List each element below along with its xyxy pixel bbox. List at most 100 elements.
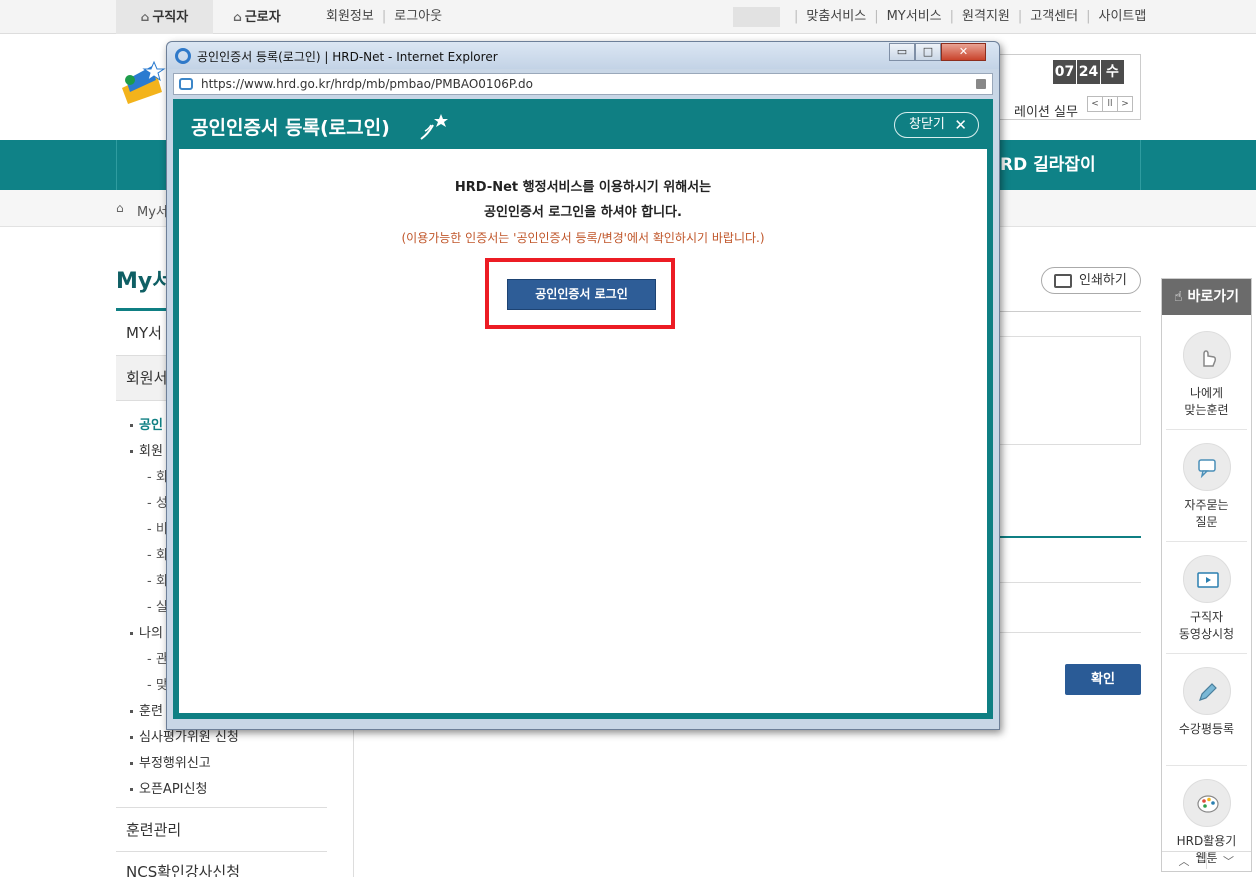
lock-icon[interactable] — [976, 79, 986, 89]
side-menu-sub[interactable]: - 회 — [147, 466, 168, 485]
page-icon — [179, 78, 193, 90]
clock-minute: 24 — [1077, 60, 1100, 84]
side-menu-section-training[interactable]: 훈련관리 — [116, 807, 327, 852]
quick-menu-title: ☝ 바로가기 — [1162, 279, 1251, 315]
side-menu-sub[interactable]: - 회 — [147, 570, 168, 589]
separator: | — [1086, 9, 1091, 24]
member-info-link[interactable]: 회원정보 — [326, 0, 374, 34]
popup-frame: 공인인증서 등록(로그인) 창닫기 ✕ HRD-Net 행정서비스를 이용하시기 … — [173, 99, 993, 719]
popup-close-button[interactable]: 창닫기 ✕ — [894, 112, 979, 138]
popup-body: HRD-Net 행정서비스를 이용하시기 위해서는 공인인증서 로그인을 하셔야… — [179, 149, 987, 713]
content-divider — [1000, 536, 1141, 538]
side-menu-sub[interactable]: - 비 — [147, 518, 168, 537]
home-icon[interactable]: ⌂ — [116, 201, 124, 215]
video-player-icon — [1183, 555, 1231, 603]
pencil-icon — [1183, 667, 1231, 715]
side-menu-item-training[interactable]: 훈련 — [130, 700, 163, 719]
address-url[interactable]: https://www.hrd.go.kr/hrdp/mb/pmbao/PMBA… — [201, 77, 533, 91]
internet-explorer-icon — [175, 48, 191, 64]
content-divider — [1000, 311, 1141, 312]
user-name-masked — [733, 7, 780, 27]
home-icon: ⌂ — [140, 10, 150, 24]
tab-jobseeker-label: 구직자 — [152, 10, 189, 25]
certificate-login-button[interactable]: 공인인증서 로그인 — [507, 279, 656, 310]
sitemap-link[interactable]: 사이트맵 — [1099, 0, 1147, 34]
maximize-button[interactable]: □ — [915, 43, 941, 61]
breadcrumb-item[interactable]: My서 — [137, 201, 168, 220]
address-bar[interactable]: https://www.hrd.go.kr/hrdp/mb/pmbao/PMBA… — [173, 73, 993, 95]
side-menu-sub[interactable]: - 관 — [147, 648, 168, 667]
quick-item-review[interactable]: 수강평등록 — [1166, 655, 1247, 766]
side-menu-sub[interactable]: - 맞 — [147, 674, 168, 693]
popup-message-line2: 공인인증서 로그인을 하셔야 합니다. — [484, 205, 682, 220]
window-title: 공인인증서 등록(로그인) | HRD-Net - Internet Explo… — [197, 50, 498, 64]
window-controls: ▭ □ ✕ — [889, 43, 986, 62]
content-divider — [1000, 582, 1141, 583]
custom-service-link[interactable]: 맞춤서비스 — [806, 0, 866, 34]
nav-hrd-guide[interactable]: RD 길라잡이 — [1000, 140, 1096, 190]
side-menu-item-label: 부정행위신고 — [139, 756, 211, 771]
next-icon[interactable]: > — [1117, 96, 1133, 112]
quick-item-label: 나에게 맞는훈련 — [1184, 386, 1229, 417]
side-menu-item-my[interactable]: 나의 — [130, 622, 163, 641]
popup-header: 공인인증서 등록(로그인) 창닫기 ✕ — [173, 99, 993, 149]
print-label: 인쇄하기 — [1079, 273, 1127, 288]
window-titlebar[interactable]: 공인인증서 등록(로그인) | HRD-Net - Internet Explo… — [167, 42, 999, 69]
minimize-button[interactable]: ▭ — [889, 43, 915, 61]
printer-icon — [1054, 274, 1072, 288]
my-service-link[interactable]: MY서비스 — [887, 0, 942, 34]
quick-item-video[interactable]: 구직자 동영상시청 — [1166, 543, 1247, 654]
remote-support-link[interactable]: 원격지원 — [962, 0, 1010, 34]
separator: | — [381, 9, 387, 24]
print-button[interactable]: 인쇄하기 — [1041, 267, 1141, 294]
shooting-star-icon — [419, 113, 449, 145]
popup-note: (이용가능한 인증서는 '공인인증서 등록/변경'에서 확인하시기 바랍니다.) — [401, 231, 765, 245]
side-menu-section-ncs[interactable]: NCS확인강사신청 — [116, 852, 327, 877]
content-divider — [1000, 632, 1141, 633]
scroll-up-icon[interactable]: ︿ — [1162, 853, 1206, 869]
prev-icon[interactable]: < — [1087, 96, 1103, 112]
side-menu-item-member[interactable]: 회원 — [130, 440, 163, 459]
tab-worker-label: 근로자 — [244, 10, 281, 25]
quick-item-label: 구직자 동영상시청 — [1178, 610, 1235, 641]
clock-day: 수 — [1101, 60, 1124, 84]
side-menu-title: My서 — [116, 269, 173, 294]
pause-icon[interactable]: ll — [1102, 96, 1118, 112]
quick-menu-footer: ︿ ﹀ — [1162, 851, 1251, 871]
separator: | — [874, 9, 879, 24]
popup-close-label: 창닫기 — [909, 117, 945, 132]
side-menu-sub[interactable]: - 실 — [147, 596, 168, 615]
tab-worker[interactable]: ⌂ 근로자 — [213, 0, 301, 34]
home-icon: ⌂ — [233, 10, 242, 24]
side-menu-sub[interactable]: - 성 — [147, 492, 168, 511]
pointer-icon: ☝ — [1174, 289, 1188, 305]
logout-link[interactable]: 로그아웃 — [394, 0, 442, 34]
utility-bar: ⌂ 구직자 ⌂ 근로자 회원정보 | 로그아웃 | 맞춤서비스 | MY서비스 | 원격지원 | 고객… — [0, 0, 1256, 34]
side-menu-item-label: 오픈API신청 — [139, 782, 208, 797]
quick-item-faq[interactable]: 자주묻는 질문 — [1166, 431, 1247, 542]
content-box — [1000, 336, 1141, 445]
customer-center-link[interactable]: 고객센터 — [1030, 0, 1078, 34]
side-menu-sub[interactable]: - 회 — [147, 544, 168, 563]
side-menu-item-label: 공인 — [139, 418, 163, 433]
quick-menu: ☝ 바로가기 나에게 맞는훈련 자주묻는 질문 구직자 동영상시청 수강평등록 … — [1161, 278, 1252, 872]
side-menu-item-cert[interactable]: 공인 — [130, 414, 163, 433]
hrd-net-logo[interactable] — [116, 58, 168, 108]
confirm-button[interactable]: 확인 — [1065, 664, 1141, 695]
palette-icon — [1183, 779, 1231, 827]
scroll-down-icon[interactable]: ﹀ — [1206, 853, 1250, 869]
quick-menu-title-label: 바로가기 — [1187, 289, 1239, 305]
window-close-button[interactable]: ✕ — [941, 43, 986, 61]
side-menu-item-openapi[interactable]: 오픈API신청 — [130, 778, 207, 797]
ticker-controls: < ll > — [1087, 95, 1133, 112]
popup-browser-window: 공인인증서 등록(로그인) | HRD-Net - Internet Explo… — [166, 41, 1000, 730]
clock-hour: 07 — [1053, 60, 1076, 84]
side-menu-item-report[interactable]: 부정행위신고 — [130, 752, 211, 771]
quick-item-label: 수강평등록 — [1178, 722, 1235, 736]
separator: | — [1017, 9, 1023, 24]
news-ticker-text[interactable]: 레이션 실무 — [1014, 101, 1078, 120]
separator: | — [949, 9, 955, 24]
quick-item-training[interactable]: 나에게 맞는훈련 — [1166, 319, 1247, 430]
hand-pointer-icon — [1183, 331, 1231, 379]
tab-jobseeker[interactable]: ⌂ 구직자 — [116, 0, 213, 34]
